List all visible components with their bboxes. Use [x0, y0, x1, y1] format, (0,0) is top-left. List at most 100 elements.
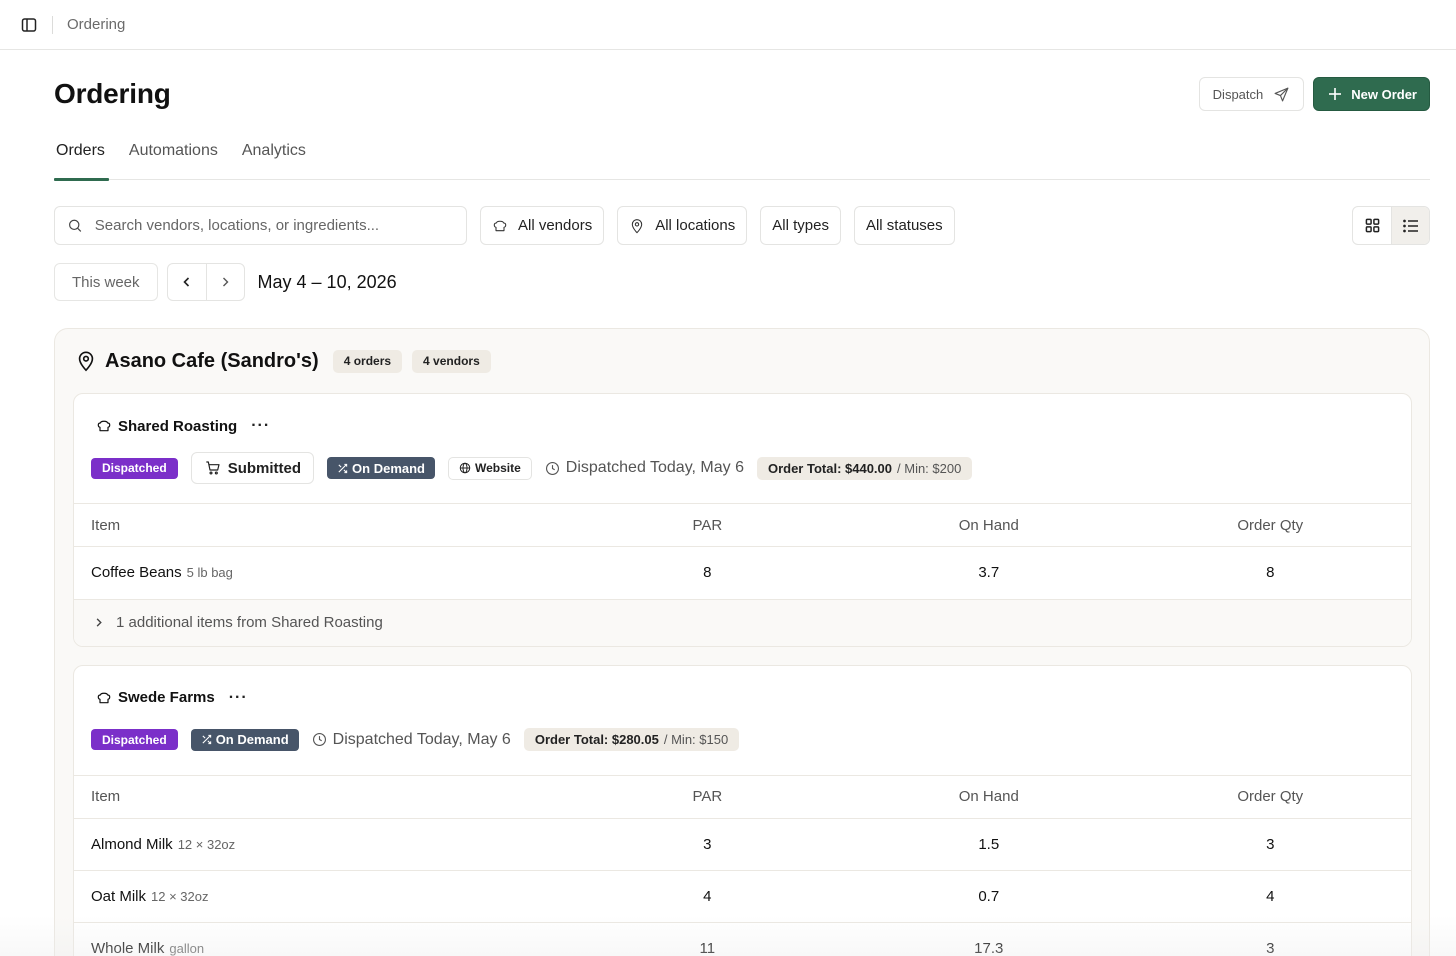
top-bar: Ordering	[0, 0, 1456, 50]
dispatched-time: Dispatched Today, May 6	[545, 459, 744, 477]
week-navigation: This week May 4 – 10, 2026	[54, 263, 1430, 301]
chevron-left-icon	[182, 277, 189, 287]
view-toggle	[1352, 206, 1430, 245]
grid-view-button[interactable]	[1353, 207, 1391, 244]
vendor-header: Shared Roasting ··· Dispatched Submitted…	[74, 394, 1411, 490]
order-type-label: On Demand	[215, 732, 289, 747]
clock-icon	[312, 733, 326, 746]
item-unit: 12 × 32oz	[151, 888, 209, 904]
table-row[interactable]: Almond Milk 12 × 32oz 3 1.5 3	[74, 817, 1411, 870]
table-header-row: Item PAR On Hand Order Qty	[74, 774, 1411, 818]
chevron-right-icon	[223, 277, 229, 287]
order-items-table: Item PAR On Hand Order Qty Almond Milk 12…	[74, 774, 1411, 956]
list-icon	[1402, 219, 1418, 232]
dispatched-time: Dispatched Today, May 6	[312, 731, 511, 749]
breadcrumb[interactable]: Ordering	[67, 16, 125, 33]
dispatch-button[interactable]: Dispatch	[1198, 77, 1305, 111]
sidebar-toggle-icon[interactable]	[20, 16, 38, 34]
search-input[interactable]	[94, 217, 454, 234]
tab-automations[interactable]: Automations	[127, 142, 220, 180]
status-filter[interactable]: All statuses	[853, 206, 955, 245]
item-par: 3	[566, 817, 849, 870]
vendor-order-card: Swede Farms ··· Dispatched On Demand Dis…	[73, 664, 1412, 956]
page-title: Ordering	[54, 78, 171, 109]
vendor-name: Swede Farms	[118, 689, 215, 706]
submitted-label: Submitted	[227, 459, 302, 477]
column-header-on-hand: On Hand	[848, 503, 1130, 547]
order-type-label: On Demand	[352, 460, 425, 476]
order-total-amount: Order Total: $280.05	[534, 732, 659, 747]
vendor-filter[interactable]: All vendors	[480, 206, 605, 245]
item-name: Oat Milk	[91, 887, 147, 905]
tab-analytics[interactable]: Analytics	[240, 142, 308, 180]
tab-orders[interactable]: Orders	[54, 142, 109, 181]
location-filter[interactable]: All locations	[617, 206, 748, 245]
item-order-qty: 3	[1129, 921, 1411, 956]
item-order-qty: 4	[1129, 869, 1411, 922]
column-header-on-hand: On Hand	[848, 774, 1130, 818]
this-week-button[interactable]: This week	[54, 263, 158, 301]
send-icon	[1274, 87, 1289, 101]
item-name: Whole Milk	[91, 939, 165, 956]
table-row[interactable]: Coffee Beans 5 lb bag 8 3.7 8	[74, 546, 1411, 599]
column-header-par: PAR	[566, 503, 849, 547]
header-actions: Dispatch New Order	[1198, 77, 1430, 111]
order-badges: Dispatched Submitted On Demand Website D…	[91, 446, 1394, 490]
table-header-row: Item PAR On Hand Order Qty	[74, 503, 1411, 547]
dispatched-time-label: Dispatched Today, May 6	[332, 730, 511, 748]
item-name: Almond Milk	[91, 835, 173, 853]
additional-items-label: 1 additional items from Shared Roasting	[116, 614, 383, 631]
item-unit: gallon	[169, 940, 205, 956]
submitted-badge[interactable]: Submitted	[190, 452, 315, 484]
item-par: 11	[566, 921, 849, 956]
orders-count-badge: 4 orders	[332, 349, 403, 373]
table-row[interactable]: Whole Milk gallon 11 17.3 3	[74, 921, 1411, 956]
vendor-header: Swede Farms ··· Dispatched On Demand Dis…	[74, 666, 1411, 762]
item-name: Coffee Beans	[91, 564, 182, 582]
column-header-order-qty: Order Qty	[1129, 774, 1411, 818]
vendor-name: Shared Roasting	[118, 417, 238, 435]
column-header-item: Item	[74, 774, 567, 818]
dispatched-time-label: Dispatched Today, May 6	[565, 459, 744, 476]
status-badge: Dispatched	[91, 457, 178, 479]
column-header-par: PAR	[566, 774, 849, 818]
status-filter-label: All statuses	[865, 217, 943, 234]
table-row[interactable]: Oat Milk 12 × 32oz 4 0.7 4	[74, 869, 1411, 922]
item-par: 8	[566, 546, 849, 599]
location-header: Asano Cafe (Sandro's) 4 orders 4 vendors	[73, 329, 1412, 393]
week-arrows	[166, 263, 245, 301]
type-filter[interactable]: All types	[760, 206, 841, 245]
additional-items-toggle[interactable]: 1 additional items from Shared Roasting	[74, 598, 1411, 646]
order-type-badge: On Demand	[190, 728, 299, 751]
more-options-icon[interactable]: ···	[251, 417, 270, 435]
tab-bar: Orders Automations Analytics	[54, 142, 1430, 181]
channel-label: Website	[475, 461, 521, 475]
new-order-button[interactable]: New Order	[1313, 77, 1430, 111]
chef-hat-icon	[97, 692, 111, 703]
item-order-qty: 8	[1129, 546, 1411, 599]
item-par: 4	[566, 869, 849, 922]
column-header-item: Item	[74, 503, 567, 547]
chef-hat-icon	[493, 220, 507, 231]
list-view-button[interactable]	[1391, 207, 1429, 244]
item-on-hand: 0.7	[848, 869, 1130, 922]
dispatch-label: Dispatch	[1212, 86, 1264, 102]
order-total-badge: Order Total: $280.05 / Min: $150	[523, 728, 740, 751]
order-minimum: / Min: $200	[897, 460, 962, 476]
vendor-filter-label: All vendors	[518, 217, 593, 234]
vendor-order-card: Shared Roasting ··· Dispatched Submitted…	[73, 393, 1412, 647]
cart-icon	[206, 461, 220, 475]
next-week-button[interactable]	[205, 264, 244, 300]
map-pin-icon	[78, 351, 94, 372]
page-header: Ordering Dispatch New Order	[54, 76, 1430, 112]
new-order-label: New Order	[1351, 86, 1417, 102]
topbar-divider	[52, 15, 53, 34]
more-options-icon[interactable]: ···	[229, 689, 248, 707]
location-card: Asano Cafe (Sandro's) 4 orders 4 vendors…	[54, 328, 1430, 956]
order-minimum: / Min: $150	[663, 732, 729, 747]
filter-bar: All vendors All locations All types All …	[54, 206, 1430, 245]
vendors-count-badge: 4 vendors	[412, 349, 491, 373]
chef-hat-icon	[97, 420, 111, 432]
order-items-table: Item PAR On Hand Order Qty Coffee Beans 5…	[74, 503, 1411, 599]
previous-week-button[interactable]	[168, 264, 206, 300]
